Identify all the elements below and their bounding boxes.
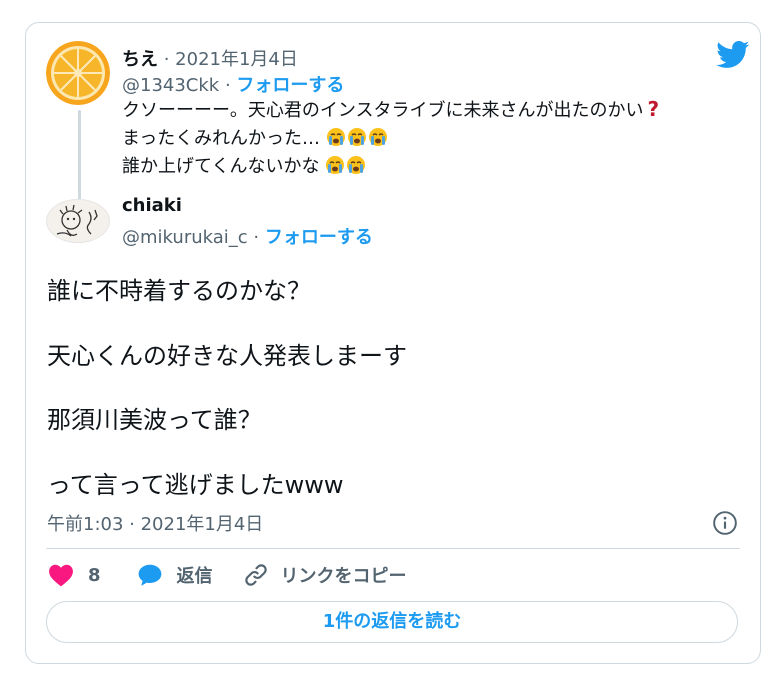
follow-button[interactable]: フォローする — [236, 75, 344, 96]
twitter-bird-icon[interactable] — [716, 41, 750, 69]
user-handle[interactable]: @1343Ckk — [122, 75, 219, 96]
actions-row: 8 返信 リンクをコピー — [48, 561, 407, 589]
tweet-card: ちえ · 2021年1月4日 @1343Ckk · フォローする クソーーーー。… — [25, 22, 761, 664]
quoted-tweet-body: クソーーーー。天心君のインスタライブに未来さんが出たのかい? まったくみれんかっ… — [122, 95, 742, 181]
tweet-paragraph: 那須川美波って誰？ — [47, 406, 262, 434]
tweet-paragraph: 天心くんの好きな人発表しまーす — [47, 342, 407, 370]
tweet-paragraph: 誰に不時着するのかな？ — [47, 277, 311, 305]
crying-face-emoji — [347, 128, 366, 146]
sketch-avatar-icon — [47, 200, 109, 242]
heart-icon — [49, 564, 73, 587]
tweet-text-line: 誰か上げてくんないかな — [122, 156, 320, 177]
follow-button[interactable]: フォローする — [265, 227, 373, 248]
read-replies-button[interactable]: 1件の返信を読む — [46, 601, 738, 643]
tweet-paragraph: って言って逃げましたwww — [47, 471, 344, 499]
display-name[interactable]: chiaki — [122, 195, 182, 216]
reply-button[interactable]: 返信 — [137, 562, 213, 588]
question-mark-emoji: ? — [647, 97, 660, 121]
quoted-tweet-header: ちえ · 2021年1月4日 — [122, 45, 298, 71]
crying-face-emoji — [326, 156, 345, 174]
user-handle[interactable]: @mikurukai_c — [122, 227, 248, 248]
tweet-date[interactable]: 2021年1月4日 — [175, 49, 298, 70]
copy-link-button[interactable]: リンクをコピー — [243, 562, 407, 588]
avatar[interactable] — [46, 199, 110, 243]
speech-bubble-icon — [138, 564, 161, 586]
like-count: 8 — [88, 564, 101, 586]
display-name[interactable]: ちえ — [122, 49, 158, 70]
tweet-text-line: まったくみれんかった… — [122, 128, 320, 149]
link-icon — [244, 564, 267, 586]
crying-face-emoji — [347, 156, 366, 174]
crying-face-emoji — [326, 128, 345, 146]
tweet-text-line: クソーーーー。天心君のインスタライブに未来さんが出たのかい — [122, 100, 644, 121]
date-separator: · — [158, 49, 176, 70]
quoted-tweet-handle-row: @1343Ckk · フォローする — [122, 71, 344, 97]
main-tweet-header: chiaki — [122, 195, 182, 216]
orange-avatar-icon — [46, 41, 110, 105]
main-tweet-handle-row: @mikurukai_c · フォローする — [122, 223, 373, 249]
handle-separator: · — [219, 75, 237, 96]
info-icon[interactable] — [712, 510, 738, 536]
reply-label: 返信 — [176, 566, 213, 587]
copy-link-label: リンクをコピー — [280, 566, 407, 587]
thread-connector-line — [78, 110, 81, 202]
like-button[interactable]: 8 — [48, 563, 101, 587]
divider — [46, 548, 740, 549]
handle-separator: · — [247, 227, 265, 248]
tweet-timestamp[interactable]: 午前1:03 · 2021年1月4日 — [47, 510, 263, 536]
avatar[interactable] — [46, 41, 110, 105]
crying-face-emoji — [368, 128, 387, 146]
